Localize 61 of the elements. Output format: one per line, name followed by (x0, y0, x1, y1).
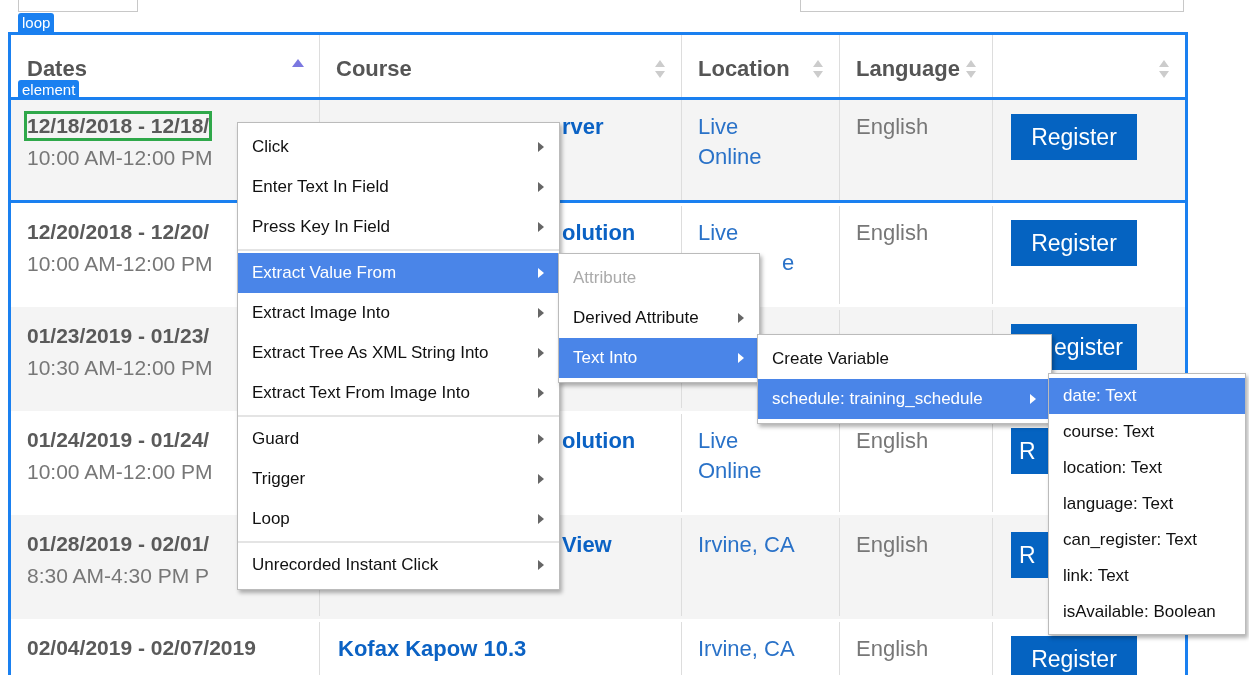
location-link[interactable]: Live (698, 428, 762, 454)
language-text: English (856, 220, 929, 246)
menu-item[interactable]: Loop (238, 499, 559, 539)
location-link[interactable]: Irvine, CA (698, 636, 795, 662)
time-range: 10:00 AM-12:00 PM (27, 252, 213, 276)
menu-item[interactable]: Extract Text From Image Into (238, 373, 559, 413)
column-header[interactable]: Dates (27, 56, 87, 82)
column-header[interactable]: Location (698, 56, 790, 82)
loop-tag: loop (18, 13, 55, 32)
element-tag: element (18, 80, 80, 99)
location-link[interactable]: Live (698, 220, 795, 246)
date-range: 12/18/2018 - 12/18/ (27, 114, 210, 138)
time-range: 10:00 AM-12:00 PM (27, 460, 213, 484)
course-link[interactable]: rver (562, 114, 604, 140)
location-link[interactable]: Online (698, 144, 762, 170)
input-field[interactable] (18, 0, 138, 12)
menu-item[interactable]: isAvailable: Boolean (1049, 594, 1245, 630)
language-text: English (856, 428, 929, 454)
search-field[interactable] (800, 0, 1184, 12)
course-link[interactable]: Kofax Kapow 10.3 (338, 636, 527, 662)
language-text: English (856, 636, 929, 662)
date-range: 01/23/2019 - 01/23/ (27, 324, 210, 348)
location-link[interactable]: e (782, 250, 795, 276)
menu-item[interactable]: Trigger (238, 459, 559, 499)
menu-item[interactable]: Text Into (559, 338, 759, 378)
menu-item[interactable]: Extract Image Into (238, 293, 559, 333)
date-range: 02/04/2019 - 02/07/2019 (27, 636, 256, 660)
time-range: 10:30 AM-12:00 PM (27, 356, 213, 380)
register-button[interactable]: Register (1011, 114, 1137, 160)
location-link[interactable]: Online (698, 458, 762, 484)
menu-item[interactable]: date: Text (1049, 378, 1245, 414)
course-link[interactable]: olution (562, 220, 636, 246)
column-header[interactable]: Language (856, 56, 960, 82)
date-range: 01/24/2019 - 01/24/ (27, 428, 210, 452)
menu-item[interactable]: Unrecorded Instant Click (238, 545, 559, 585)
register-button[interactable]: Register (1011, 220, 1137, 266)
menu-item[interactable]: Guard (238, 419, 559, 459)
menu-item[interactable]: Enter Text In Field (238, 167, 559, 207)
language-text: English (856, 114, 929, 140)
course-link[interactable]: View (562, 532, 612, 558)
date-range: 12/20/2018 - 12/20/ (27, 220, 210, 244)
time-range: 8:30 AM-4:30 PM P (27, 564, 210, 588)
date-range: 01/28/2019 - 02/01/ (27, 532, 210, 556)
menu-item[interactable]: Press Key In Field (238, 207, 559, 247)
location-link[interactable]: Irvine, CA (698, 532, 795, 558)
column-header[interactable]: Course (336, 56, 412, 82)
menu-item[interactable]: location: Text (1049, 450, 1245, 486)
register-button[interactable]: Register (1011, 636, 1137, 675)
menu-item[interactable]: language: Text (1049, 486, 1245, 522)
menu-item[interactable]: course: Text (1049, 414, 1245, 450)
time-range: 10:00 AM-12:00 PM (27, 146, 213, 170)
menu-item[interactable]: Extract Tree As XML String Into (238, 333, 559, 373)
location-link[interactable]: Live (698, 114, 762, 140)
menu-item[interactable]: link: Text (1049, 558, 1245, 594)
menu-item[interactable]: Derived Attribute (559, 298, 759, 338)
menu-item[interactable]: Extract Value From (238, 253, 559, 293)
menu-item[interactable]: can_register: Text (1049, 522, 1245, 558)
menu-item[interactable]: schedule: training_schedule (758, 379, 1051, 419)
course-link[interactable]: olution (562, 428, 636, 454)
language-text: English (856, 532, 929, 558)
menu-item[interactable]: Click (238, 127, 559, 167)
